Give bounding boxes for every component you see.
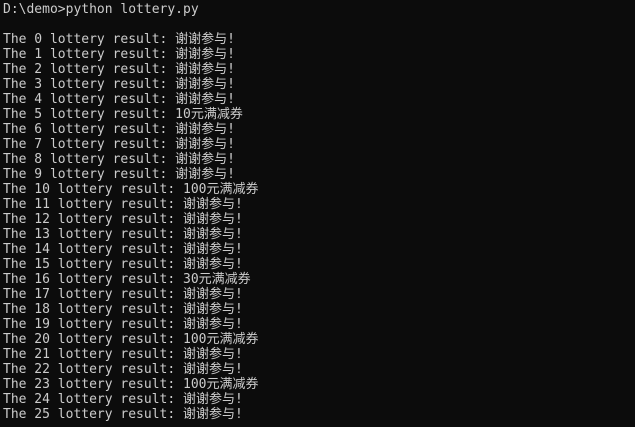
output-line: The 18 lottery result: 谢谢参与!: [3, 302, 243, 317]
output-line: The 17 lottery result: 谢谢参与!: [3, 287, 243, 302]
output-line: The 10 lottery result: 100元满减券: [3, 182, 259, 197]
output-line: The 22 lottery result: 谢谢参与!: [3, 362, 243, 377]
output-line: The 3 lottery result: 谢谢参与!: [3, 77, 236, 92]
console-window[interactable]: D:\demo>python lottery.py The 0 lottery …: [0, 0, 635, 427]
output-line: The 21 lottery result: 谢谢参与!: [3, 347, 243, 362]
output-line: The 13 lottery result: 谢谢参与!: [3, 227, 243, 242]
output-line: The 5 lottery result: 10元满减券: [3, 107, 243, 122]
program-output: The 0 lottery result: 谢谢参与! The 1 lottery…: [3, 32, 635, 422]
output-line: The 12 lottery result: 谢谢参与!: [3, 212, 243, 227]
output-line: The 24 lottery result: 谢谢参与!: [3, 392, 243, 407]
command-line: D:\demo>python lottery.py: [3, 2, 199, 17]
output-line: The 19 lottery result: 谢谢参与!: [3, 317, 243, 332]
output-line: The 1 lottery result: 谢谢参与!: [3, 47, 236, 62]
output-line: The 23 lottery result: 100元满减券: [3, 377, 259, 392]
output-line: The 7 lottery result: 谢谢参与!: [3, 137, 236, 152]
output-line: The 25 lottery result: 谢谢参与!: [3, 407, 243, 422]
output-line: The 0 lottery result: 谢谢参与!: [3, 32, 236, 47]
output-line: The 11 lottery result: 谢谢参与!: [3, 197, 243, 212]
output-line: The 9 lottery result: 谢谢参与!: [3, 167, 236, 182]
output-line: The 2 lottery result: 谢谢参与!: [3, 62, 236, 77]
output-line: The 4 lottery result: 谢谢参与!: [3, 92, 236, 107]
output-line: The 20 lottery result: 100元满减券: [3, 332, 259, 347]
output-line: The 14 lottery result: 谢谢参与!: [3, 242, 243, 257]
output-line: The 8 lottery result: 谢谢参与!: [3, 152, 236, 167]
output-line: The 6 lottery result: 谢谢参与!: [3, 122, 236, 137]
output-line: The 16 lottery result: 30元满减券: [3, 272, 251, 287]
output-line: The 15 lottery result: 谢谢参与!: [3, 257, 243, 272]
